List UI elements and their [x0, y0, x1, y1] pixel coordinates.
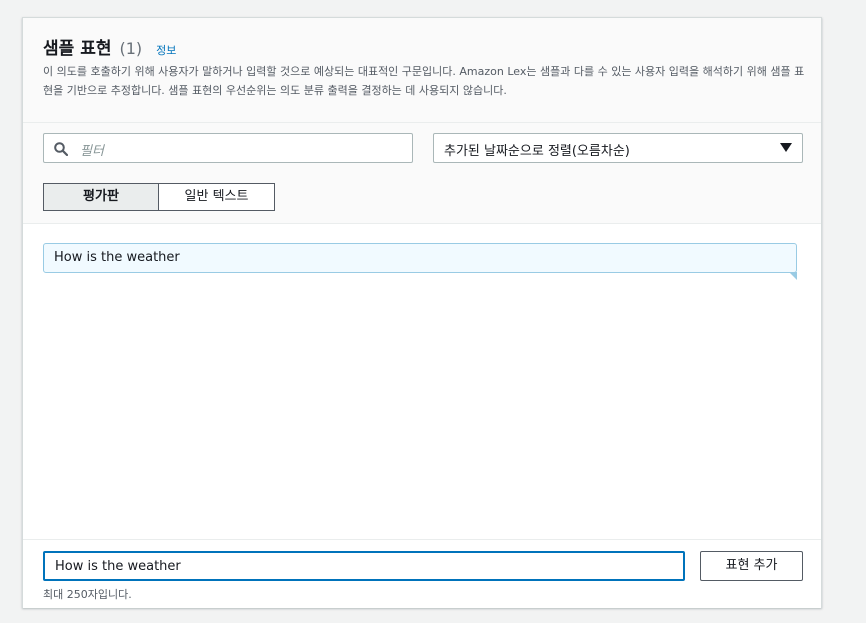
utterance-text: How is the weather	[54, 250, 180, 265]
utterance-count: (1)	[119, 39, 143, 58]
search-icon	[54, 141, 69, 157]
list-item[interactable]: How is the weather	[43, 243, 797, 280]
utterance-input[interactable]	[43, 551, 685, 581]
info-link[interactable]: 정보	[156, 42, 176, 58]
toolbar: 필터 추가된 날짜순으로 정렬(오름차순) 평가판 일반 텍스트	[23, 123, 821, 224]
filter-input[interactable]: 필터	[43, 133, 413, 163]
add-utterance-button[interactable]: 표현 추가	[700, 551, 803, 581]
caret-down-icon	[780, 143, 792, 152]
panel-footer: 표현 추가 최대 250자입니다.	[23, 539, 821, 608]
title-row: 샘플 표현 (1) 정보	[43, 34, 176, 59]
panel-header: 샘플 표현 (1) 정보 이 의도를 호출하기 위해 사용자가 말하거나 입력할…	[23, 18, 821, 123]
panel-title: 샘플 표현	[43, 39, 112, 59]
tab-trial[interactable]: 평가판	[43, 183, 159, 211]
max-length-hint: 최대 250자입니다.	[43, 588, 132, 601]
tab-plain-text[interactable]: 일반 텍스트	[159, 183, 275, 211]
view-toggle: 평가판 일반 텍스트	[43, 183, 275, 211]
utterance-list: How is the weather	[23, 224, 821, 538]
filter-placeholder: 필터	[80, 144, 104, 159]
panel-description: 이 의도를 호출하기 위해 사용자가 말하거나 입력할 것으로 예상되는 대표적…	[43, 65, 805, 97]
sort-value: 추가된 날짜순으로 정렬(오름차순)	[444, 144, 630, 159]
sample-utterances-panel: 샘플 표현 (1) 정보 이 의도를 호출하기 위해 사용자가 말하거나 입력할…	[22, 17, 822, 608]
bubble-tail	[789, 272, 797, 280]
sort-select[interactable]: 추가된 날짜순으로 정렬(오름차순)	[433, 133, 803, 163]
